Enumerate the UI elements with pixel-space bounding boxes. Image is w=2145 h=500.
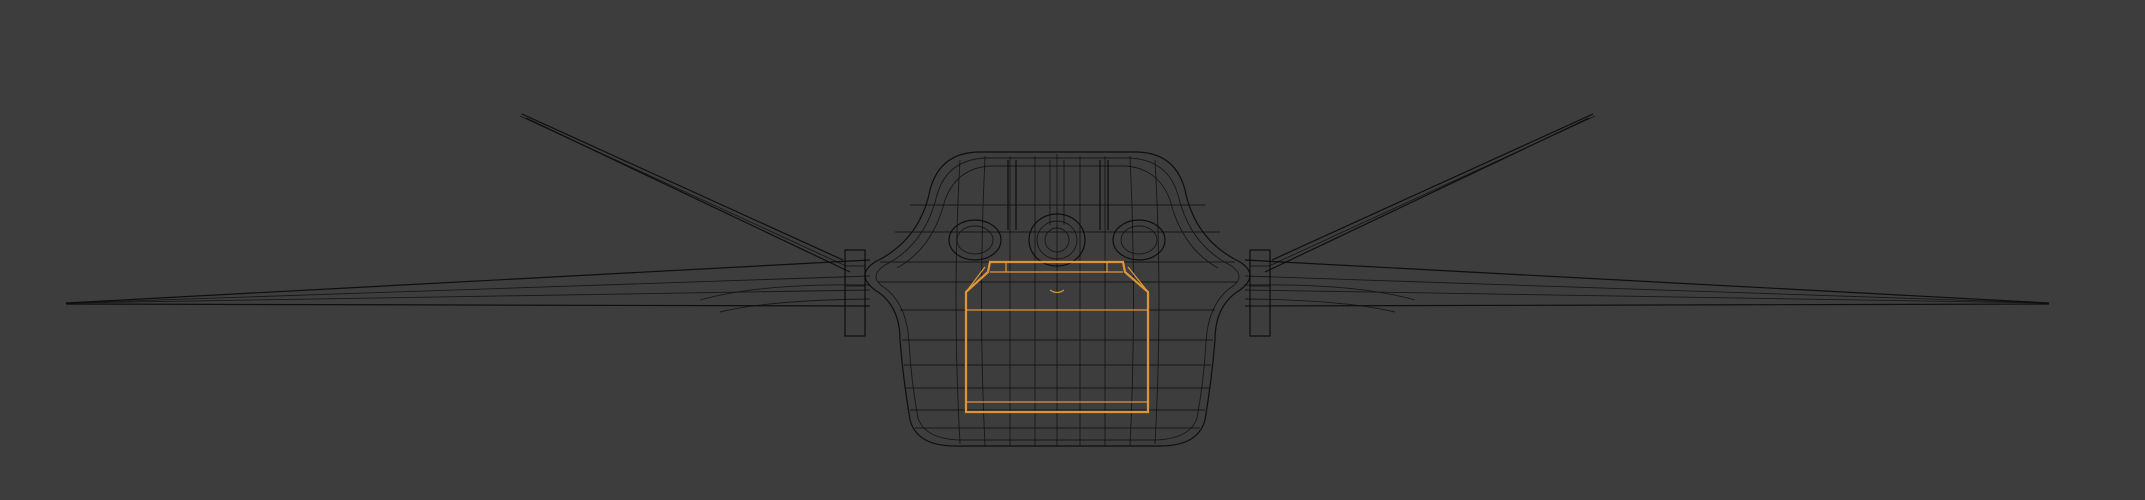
- right-main-wing[interactable]: [1244, 259, 2050, 313]
- 3d-viewport[interactable]: [0, 0, 2145, 500]
- left-main-wing[interactable]: [65, 259, 871, 313]
- left-upper-antenna[interactable]: [519, 113, 851, 273]
- left-port[interactable]: [948, 219, 1002, 261]
- right-strut[interactable]: [1249, 249, 1271, 337]
- right-upper-antenna[interactable]: [1264, 113, 1596, 273]
- left-strut[interactable]: [844, 249, 866, 337]
- wireframe-scene[interactable]: [0, 0, 2145, 500]
- right-port[interactable]: [1112, 219, 1166, 261]
